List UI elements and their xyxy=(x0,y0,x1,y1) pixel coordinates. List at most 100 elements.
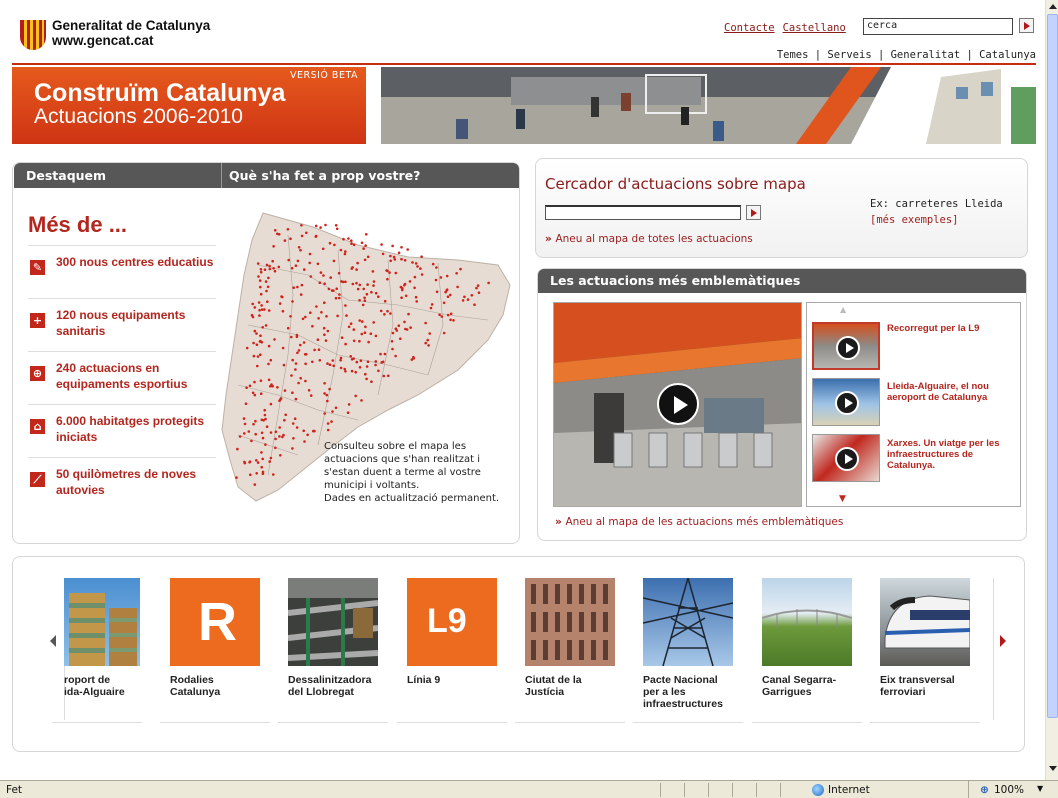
map-marker[interactable] xyxy=(265,289,268,293)
carousel-thumb[interactable] xyxy=(288,578,378,666)
map-marker[interactable] xyxy=(332,259,336,263)
map-marker[interactable] xyxy=(299,248,302,252)
map-marker[interactable] xyxy=(336,314,339,318)
map-marker[interactable] xyxy=(337,271,341,275)
map-marker[interactable] xyxy=(296,259,300,263)
map-marker[interactable] xyxy=(278,302,282,305)
map-marker[interactable] xyxy=(268,264,271,268)
map-marker[interactable] xyxy=(424,341,427,345)
map-marker[interactable] xyxy=(406,248,409,251)
map-marker[interactable] xyxy=(364,325,367,329)
map-marker[interactable] xyxy=(249,473,252,477)
vertical-scrollbar[interactable] xyxy=(1045,0,1058,780)
map-marker[interactable] xyxy=(251,302,254,306)
map-marker[interactable] xyxy=(438,313,441,317)
map-marker[interactable] xyxy=(362,287,365,291)
map-marker[interactable] xyxy=(281,309,285,313)
map-marker[interactable] xyxy=(304,362,307,366)
map-marker[interactable] xyxy=(332,289,335,292)
map-marker[interactable] xyxy=(269,456,273,460)
map-marker[interactable] xyxy=(263,308,266,311)
map-marker[interactable] xyxy=(273,229,277,232)
map-marker[interactable] xyxy=(243,460,246,464)
map-marker[interactable] xyxy=(372,280,376,283)
map-marker[interactable] xyxy=(267,362,270,366)
map-marker[interactable] xyxy=(308,252,312,256)
feature-text[interactable]: 240 actuacions en equipaments esportius xyxy=(56,360,216,392)
map-marker[interactable] xyxy=(400,246,403,249)
map-marker[interactable] xyxy=(389,254,392,258)
map-marker[interactable] xyxy=(439,276,443,279)
map-marker[interactable] xyxy=(258,279,262,282)
map-marker[interactable] xyxy=(473,303,476,306)
map-marker[interactable] xyxy=(356,261,359,265)
map-marker[interactable] xyxy=(405,328,409,331)
map-marker[interactable] xyxy=(477,291,481,294)
map-marker[interactable] xyxy=(269,431,273,434)
map-marker[interactable] xyxy=(250,313,254,317)
map-marker[interactable] xyxy=(261,457,264,461)
map-marker[interactable] xyxy=(284,413,287,417)
map-marker[interactable] xyxy=(316,262,320,266)
map-marker[interactable] xyxy=(420,273,424,276)
map-marker[interactable] xyxy=(352,243,356,247)
map-marker[interactable] xyxy=(302,429,305,433)
map-marker[interactable] xyxy=(363,331,367,334)
map-marker[interactable] xyxy=(271,384,274,388)
map-marker[interactable] xyxy=(419,267,422,270)
map-marker[interactable] xyxy=(397,251,401,255)
map-marker[interactable] xyxy=(388,271,391,274)
playlist-thumb[interactable] xyxy=(812,434,880,482)
map-marker[interactable] xyxy=(352,357,355,360)
map-marker[interactable] xyxy=(449,312,453,316)
map-marker[interactable] xyxy=(343,367,346,371)
map-marker[interactable] xyxy=(328,241,332,245)
scroll-down-icon[interactable]: ▼ xyxy=(839,494,846,504)
map-marker[interactable] xyxy=(429,306,433,310)
map-marker[interactable] xyxy=(360,241,364,245)
map-marker[interactable] xyxy=(295,335,299,339)
map-marker[interactable] xyxy=(330,420,333,423)
map-marker[interactable] xyxy=(415,300,418,303)
map-marker[interactable] xyxy=(253,393,257,397)
map-marker[interactable] xyxy=(282,433,285,437)
map-marker[interactable] xyxy=(391,331,395,335)
map-marker[interactable] xyxy=(326,428,330,432)
map-marker[interactable] xyxy=(347,325,351,329)
map-marker[interactable] xyxy=(317,317,320,320)
map-marker[interactable] xyxy=(321,247,325,251)
map-marker[interactable] xyxy=(360,399,363,402)
map-marker[interactable] xyxy=(263,413,267,417)
map-marker[interactable] xyxy=(303,268,306,271)
map-marker[interactable] xyxy=(291,300,294,303)
map-marker[interactable] xyxy=(278,435,281,438)
map-marker[interactable] xyxy=(255,343,259,346)
carousel-item-label[interactable]: Ciutat de la Justícia xyxy=(525,674,625,698)
map-marker[interactable] xyxy=(370,290,373,294)
map-marker[interactable] xyxy=(440,315,444,318)
map-marker[interactable] xyxy=(266,285,270,289)
map-marker[interactable] xyxy=(300,283,304,287)
map-marker[interactable] xyxy=(435,290,439,294)
map-marker[interactable] xyxy=(342,237,345,241)
map-marker[interactable] xyxy=(286,228,290,231)
map-marker[interactable] xyxy=(329,276,332,279)
map-marker[interactable] xyxy=(263,268,267,271)
map-marker[interactable] xyxy=(309,394,313,397)
map-marker[interactable] xyxy=(365,292,369,296)
map-marker[interactable] xyxy=(263,408,266,412)
carousel-item-label[interactable]: Eix transversal ferroviari xyxy=(880,674,980,698)
map-marker[interactable] xyxy=(261,326,264,329)
map-marker[interactable] xyxy=(289,315,292,318)
map-marker[interactable] xyxy=(278,426,281,429)
map-marker[interactable] xyxy=(351,282,355,286)
map-marker[interactable] xyxy=(274,437,277,441)
map-marker[interactable] xyxy=(274,430,278,434)
map-marker[interactable] xyxy=(267,344,271,348)
map-marker[interactable] xyxy=(245,346,249,350)
map-marker[interactable] xyxy=(338,293,341,296)
carousel-thumb[interactable] xyxy=(64,578,140,666)
map-marker[interactable] xyxy=(267,276,270,280)
emblematic-map-link[interactable]: » Aneu al mapa de les actuacions més emb… xyxy=(555,516,843,528)
map-marker[interactable] xyxy=(366,283,369,286)
